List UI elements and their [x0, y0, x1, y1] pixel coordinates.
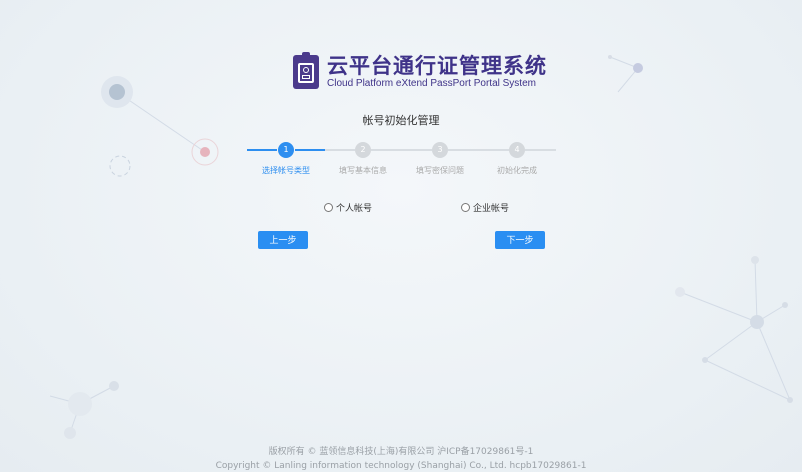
step-2-label: 填写基本信息 — [339, 166, 387, 175]
step-3-dot: 3 — [432, 142, 448, 158]
step-track — [448, 149, 509, 151]
step-1-dot: 1 — [278, 142, 294, 158]
step-progress: 1 2 3 4 选择帐号类型 填写基本信息 填写密保问题 初始化完成 — [0, 140, 802, 180]
personal-account-radio[interactable]: 个人帐号 — [324, 201, 372, 214]
prev-step-button[interactable]: 上一步 — [258, 231, 308, 249]
step-track-active — [247, 149, 277, 151]
step-track — [525, 149, 556, 151]
app-logo: 云平台通行证管理系统 Cloud Platform eXtend PassPor… — [293, 52, 547, 90]
next-step-button[interactable]: 下一步 — [495, 231, 545, 249]
app-title-en: Cloud Platform eXtend PassPort Portal Sy… — [327, 78, 536, 89]
step-track — [325, 149, 355, 151]
app-title-cn: 云平台通行证管理系统 — [327, 54, 547, 78]
step-4-label: 初始化完成 — [497, 166, 537, 175]
enterprise-account-radio[interactable]: 企业帐号 — [461, 201, 509, 214]
step-1-label: 选择帐号类型 — [262, 166, 310, 175]
step-track — [371, 149, 432, 151]
step-2-dot: 2 — [355, 142, 371, 158]
radio-circle-icon[interactable] — [461, 203, 470, 212]
badge-icon — [293, 52, 319, 89]
step-3-label: 填写密保问题 — [416, 166, 464, 175]
page-title: 帐号初始化管理 — [362, 114, 440, 127]
personal-account-label: 个人帐号 — [336, 204, 373, 214]
step-track-active — [295, 149, 325, 151]
app-title-block: 云平台通行证管理系统 Cloud Platform eXtend PassPor… — [327, 54, 547, 90]
enterprise-account-label: 企业帐号 — [473, 204, 510, 214]
footer-copyright-en: Copyright © Lanling information technolo… — [215, 461, 587, 471]
footer-copyright-cn: 版权所有 © 蓝领信息科技(上海)有限公司 沪ICP备17029861号-1 — [268, 447, 534, 457]
radio-circle-icon[interactable] — [324, 203, 333, 212]
step-4-dot: 4 — [509, 142, 525, 158]
